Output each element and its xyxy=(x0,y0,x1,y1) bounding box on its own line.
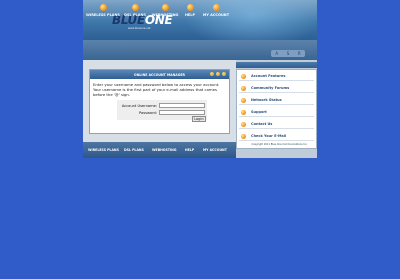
nav-label: DSL PLANS xyxy=(124,13,146,17)
password-label: Password: xyxy=(139,110,157,115)
sidebar-item-network-status[interactable]: Network Status xyxy=(239,96,314,105)
maximize-icon[interactable] xyxy=(216,72,220,76)
username-input[interactable] xyxy=(159,103,205,108)
orb-icon xyxy=(186,4,194,11)
nav-label: MY ACCOUNT xyxy=(202,13,230,17)
control-s[interactable]: S xyxy=(287,51,290,56)
sidebar-item-label: Contact Us xyxy=(251,122,273,126)
panel-window-controls xyxy=(210,72,226,76)
orb-icon xyxy=(161,4,169,11)
nav-item-my-account[interactable]: MY ACCOUNT xyxy=(200,0,232,20)
orb-icon xyxy=(241,133,246,139)
nav-label: WIRELESS PLANS xyxy=(86,13,120,17)
nav-item-webhosting[interactable]: WEBHOSTING xyxy=(149,0,181,20)
footer-link-my-account[interactable]: MY ACCOUNT xyxy=(203,148,227,152)
orb-icon xyxy=(241,97,246,103)
nav-label: WEBHOSTING xyxy=(151,13,179,17)
username-label: Account Username: xyxy=(121,103,157,108)
login-panel-title-bar: ONLINE ACCOUNT MANAGER xyxy=(90,70,229,79)
nav-item-dsl-plans[interactable]: DSL PLANS xyxy=(122,0,148,20)
minimize-icon[interactable] xyxy=(210,72,214,76)
sidebar-item-label: Account Features xyxy=(251,74,286,78)
close-icon[interactable] xyxy=(222,72,226,76)
orb-icon xyxy=(99,4,107,11)
sidebar-item-contact-us[interactable]: Contact Us xyxy=(239,120,314,129)
footer-link-dsl-plans[interactable]: DSL PLANS xyxy=(124,148,144,152)
orb-icon xyxy=(131,4,139,11)
username-row: Account Username: xyxy=(117,103,205,108)
login-panel-title: ONLINE ACCOUNT MANAGER xyxy=(134,72,185,77)
login-panel: ONLINE ACCOUNT MANAGER Enter your userna… xyxy=(89,69,230,134)
orb-icon xyxy=(241,121,246,127)
password-input[interactable] xyxy=(159,110,205,115)
logo-tagline: www.blueone.net xyxy=(128,27,151,30)
orb-icon xyxy=(212,4,220,11)
sidebar-item-label: Check Your E-Mail xyxy=(251,134,287,138)
sidebar-item-label: Network Status xyxy=(251,98,282,102)
sidebar-item-support[interactable]: Support xyxy=(239,108,314,117)
footer-link-webhosting[interactable]: WEBHOSTING xyxy=(152,148,176,152)
nav-item-help[interactable]: HELP xyxy=(182,0,198,20)
control-a[interactable]: A xyxy=(275,51,278,56)
password-row: Password: xyxy=(117,110,205,115)
control-r[interactable]: R xyxy=(298,51,301,56)
sidebar-item-check-email[interactable]: Check Your E-Mail xyxy=(239,132,314,141)
login-button[interactable]: Login xyxy=(192,116,206,122)
login-instructions: Enter your username and password below t… xyxy=(93,82,220,97)
nav-label: HELP xyxy=(184,13,196,17)
sidebar-item-label: Community Forums xyxy=(251,86,290,90)
orb-icon xyxy=(241,109,246,115)
sidebar-header xyxy=(236,62,317,68)
sidebar-item-account-features[interactable]: Account Features xyxy=(239,72,314,81)
sidebar-list: Account Features Community Forums Networ… xyxy=(236,69,317,149)
copyright-text: Copyright 2011 Blue One Communications I… xyxy=(251,143,308,146)
text-size-controls: A S R xyxy=(271,50,305,57)
sidebar-item-community-forums[interactable]: Community Forums xyxy=(239,84,314,93)
sidebar-item-label: Support xyxy=(251,110,267,114)
footer-link-wireless-plans[interactable]: WIRELESS PLANS xyxy=(88,148,119,152)
nav-item-wireless-plans[interactable]: WIRELESS PLANS xyxy=(84,0,122,20)
orb-icon xyxy=(241,73,246,79)
orb-icon xyxy=(241,85,246,91)
footer-link-help[interactable]: HELP xyxy=(185,148,194,152)
